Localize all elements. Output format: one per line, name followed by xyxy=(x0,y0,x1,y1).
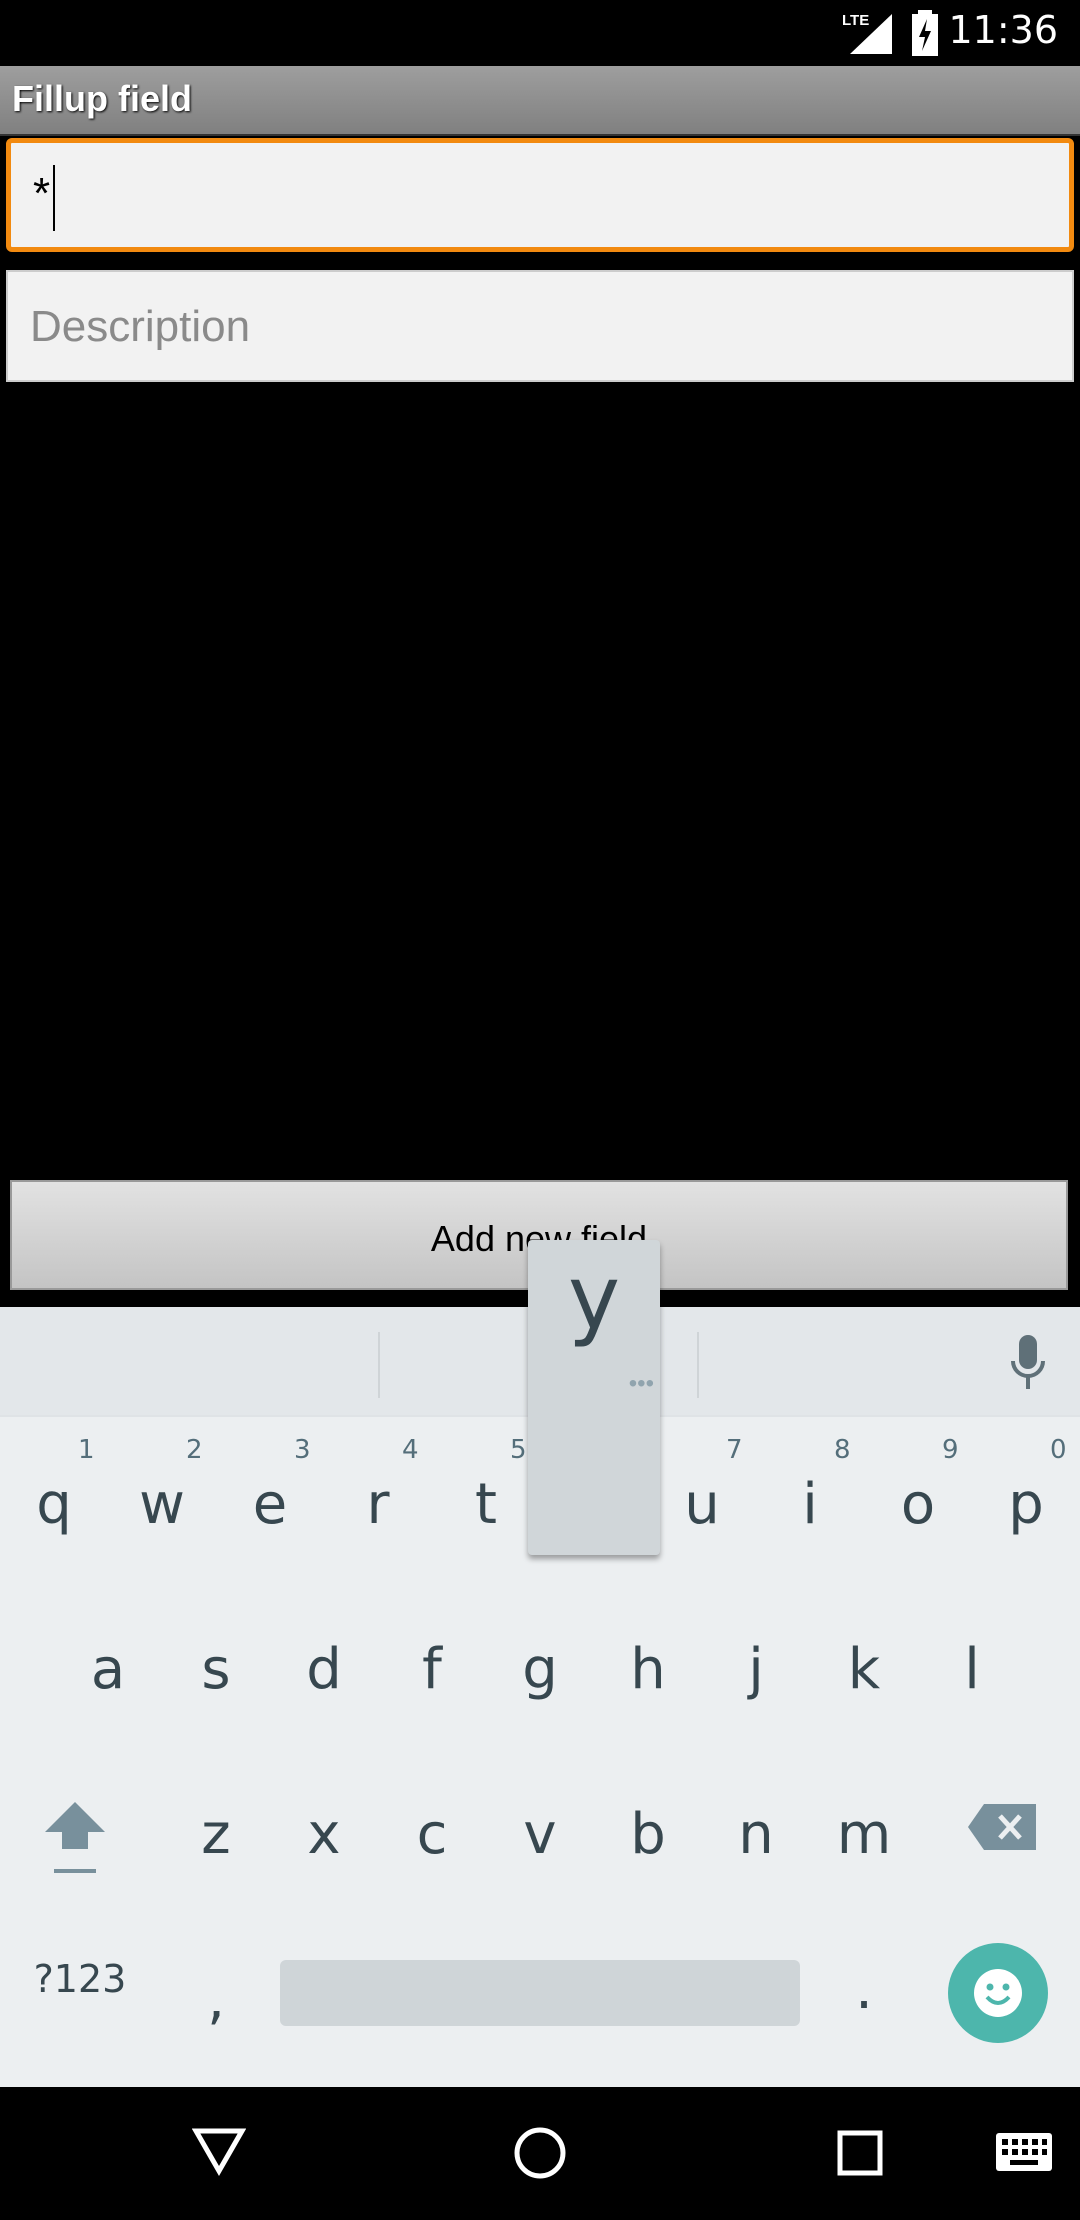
key-g[interactable]: g xyxy=(486,1637,594,1702)
keyboard-switch-icon[interactable] xyxy=(996,2133,1054,2173)
more-keys-indicator: ••• xyxy=(628,1370,654,1397)
signal-icon xyxy=(850,14,892,54)
period-key[interactable]: . xyxy=(810,1957,918,2022)
key-j[interactable]: j xyxy=(702,1637,810,1702)
smiley-icon xyxy=(974,1969,1022,2017)
key-hint-2: 2 xyxy=(186,1435,203,1465)
key-w[interactable]: w xyxy=(108,1472,216,1537)
description-placeholder: Description xyxy=(30,302,251,351)
key-t[interactable]: t xyxy=(432,1472,540,1537)
backspace-icon[interactable] xyxy=(968,1802,1038,1852)
key-v[interactable]: v xyxy=(486,1802,594,1867)
key-c[interactable]: c xyxy=(378,1802,486,1867)
key-hint-7: 7 xyxy=(726,1435,743,1465)
key-z[interactable]: z xyxy=(162,1802,270,1867)
key-u[interactable]: u xyxy=(648,1472,756,1537)
microphone-icon[interactable] xyxy=(1010,1335,1046,1391)
key-q[interactable]: q xyxy=(0,1472,108,1537)
back-icon[interactable] xyxy=(192,2127,246,2177)
key-hint-3: 3 xyxy=(294,1435,311,1465)
key-l[interactable]: l xyxy=(918,1637,1026,1702)
key-k[interactable]: k xyxy=(810,1637,918,1702)
key-a[interactable]: a xyxy=(54,1637,162,1702)
key-i[interactable]: i xyxy=(756,1472,864,1537)
title-bar: Fillup field xyxy=(0,66,1080,136)
key-p[interactable]: p xyxy=(972,1472,1080,1537)
recents-icon[interactable] xyxy=(836,2129,886,2179)
text-cursor xyxy=(53,165,55,231)
status-bar: LTE 11:36 xyxy=(0,0,1080,66)
clock: 11:36 xyxy=(948,8,1058,52)
space-bar[interactable] xyxy=(280,1960,800,2026)
key-b[interactable]: b xyxy=(594,1802,702,1867)
comma-key[interactable]: , xyxy=(162,1967,270,2032)
home-icon[interactable] xyxy=(512,2125,568,2181)
popup-key: y xyxy=(567,1246,621,1349)
field-value: * xyxy=(33,169,51,218)
navigation-bar xyxy=(0,2087,1080,2220)
key-hint-4: 4 xyxy=(402,1435,419,1465)
key-h[interactable]: h xyxy=(594,1637,702,1702)
key-x[interactable]: x xyxy=(270,1802,378,1867)
key-m[interactable]: m xyxy=(810,1802,918,1867)
battery-charging-icon xyxy=(912,10,938,56)
key-hint-9: 9 xyxy=(942,1435,959,1465)
key-n[interactable]: n xyxy=(702,1802,810,1867)
key-e[interactable]: e xyxy=(216,1472,324,1537)
key-f[interactable]: f xyxy=(378,1637,486,1702)
field-input[interactable]: * xyxy=(6,138,1074,252)
description-input[interactable]: Description xyxy=(6,270,1074,382)
shift-icon[interactable] xyxy=(40,1797,110,1877)
divider xyxy=(697,1332,699,1398)
key-hint-1: 1 xyxy=(78,1435,95,1465)
key-d[interactable]: d xyxy=(270,1637,378,1702)
key-hint-8: 8 xyxy=(834,1435,851,1465)
key-r[interactable]: r xyxy=(324,1472,432,1537)
key-hint-0: 0 xyxy=(1050,1435,1067,1465)
key-preview-popup: y ••• xyxy=(528,1240,660,1555)
key-s[interactable]: s xyxy=(162,1637,270,1702)
emoji-button[interactable] xyxy=(948,1943,1048,2043)
divider xyxy=(378,1332,380,1398)
key-hint-5: 5 xyxy=(510,1435,527,1465)
page-title: Fillup field xyxy=(12,78,192,119)
key-o[interactable]: o xyxy=(864,1472,972,1537)
symbols-key[interactable]: ?123 xyxy=(26,1957,134,2001)
